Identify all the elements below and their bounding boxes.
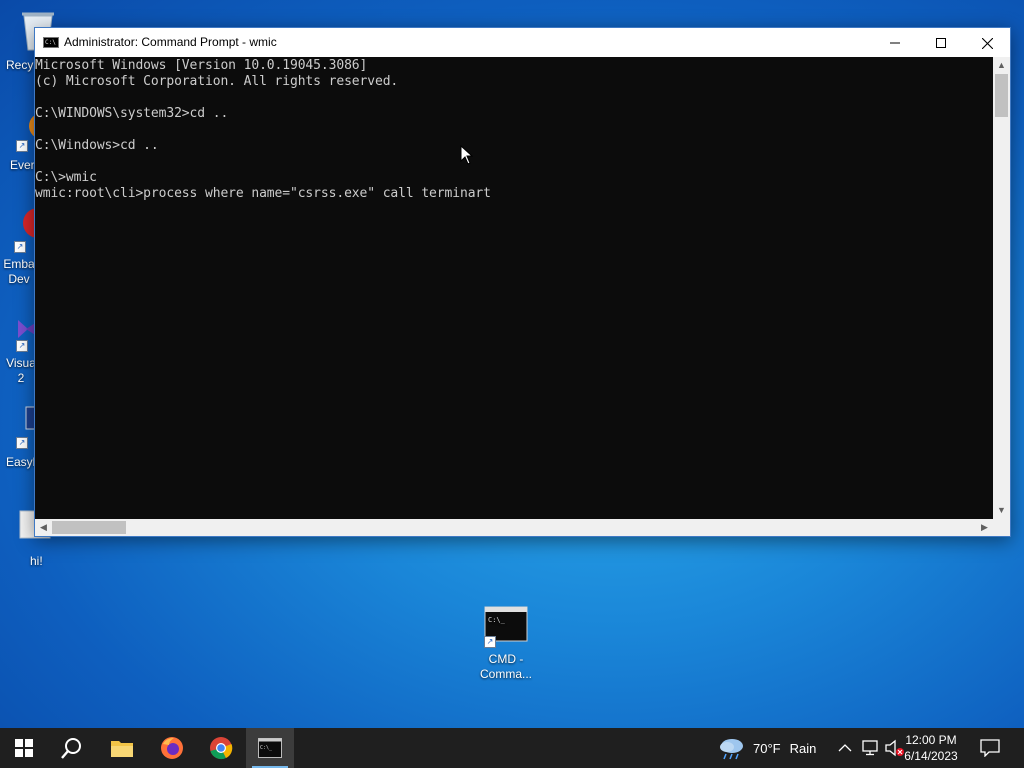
taskbar-file-explorer[interactable] bbox=[98, 728, 146, 768]
weather-condition: Rain bbox=[789, 740, 817, 756]
vertical-scroll-thumb[interactable] bbox=[995, 74, 1008, 117]
clock-time: 12:00 PM bbox=[905, 733, 957, 747]
console-line: C:\WINDOWS\system32>cd .. bbox=[35, 106, 229, 121]
search-button[interactable] bbox=[48, 728, 96, 768]
chrome-icon bbox=[210, 737, 233, 760]
console-line: wmic:root\cli>process where name="csrss.… bbox=[35, 186, 491, 201]
command-prompt-app-icon: C:\ bbox=[43, 37, 59, 48]
svg-text:C:\_: C:\_ bbox=[488, 616, 506, 624]
system-clock[interactable]: 12:00 PM 6/14/2023 bbox=[896, 732, 966, 764]
network-status-button[interactable] bbox=[862, 728, 880, 768]
desktop-icon-label: Emba Dev bbox=[3, 257, 35, 286]
shortcut-arrow-icon: ↗ bbox=[484, 636, 496, 648]
desktop-icon-label: CMD - Comma... bbox=[479, 652, 532, 681]
taskbar-chrome[interactable] bbox=[197, 728, 245, 768]
windows-logo-icon bbox=[15, 739, 33, 757]
close-icon bbox=[981, 37, 993, 50]
shortcut-arrow-icon: ↗ bbox=[16, 437, 28, 449]
weather-widget[interactable]: 70°F Rain bbox=[718, 728, 816, 768]
close-button[interactable] bbox=[964, 28, 1010, 57]
command-prompt-icon: C:\_ bbox=[258, 738, 282, 758]
minimize-icon bbox=[890, 42, 900, 44]
desktop-icon-label: Visua 2 bbox=[6, 356, 36, 385]
start-button[interactable] bbox=[0, 728, 48, 768]
mouse-pointer-icon bbox=[460, 145, 474, 165]
rain-cloud-icon bbox=[720, 739, 743, 760]
console-line: C:\>wmic bbox=[35, 170, 97, 185]
desktop-icon-label: Recy bbox=[6, 58, 34, 72]
shortcut-arrow-icon: ↗ bbox=[16, 140, 28, 152]
shortcut-arrow-icon: ↗ bbox=[16, 340, 28, 352]
console-line: Microsoft Windows [Version 10.0.19045.30… bbox=[35, 58, 368, 73]
desktop-icon-cmd-shortcut[interactable]: C:\_ ↗ CMD - Comma... bbox=[476, 606, 536, 686]
maximize-icon bbox=[936, 38, 946, 49]
scroll-left-arrow[interactable]: ◀ bbox=[35, 519, 52, 536]
console-text: Microsoft Windows [Version 10.0.19045.30… bbox=[35, 57, 993, 202]
scroll-down-arrow[interactable]: ▼ bbox=[993, 502, 1010, 519]
window-title: Administrator: Command Prompt - wmic bbox=[64, 35, 277, 49]
chevron-up-icon bbox=[838, 744, 852, 752]
minimize-button[interactable] bbox=[872, 28, 918, 57]
show-hidden-icons-button[interactable] bbox=[838, 728, 852, 768]
desktop-icon-label: hi! bbox=[30, 554, 43, 568]
notifications-button[interactable] bbox=[980, 728, 1000, 768]
firefox-icon bbox=[161, 737, 183, 759]
taskbar-command-prompt[interactable]: C:\_ bbox=[246, 728, 294, 768]
command-prompt-window[interactable]: C:\ Administrator: Command Prompt - wmic… bbox=[34, 27, 1011, 537]
desktop-icon-label: Ever bbox=[10, 158, 35, 172]
search-icon bbox=[61, 738, 81, 759]
notification-icon bbox=[980, 739, 1000, 757]
scrollbar-corner bbox=[993, 519, 1010, 536]
console-output[interactable]: Microsoft Windows [Version 10.0.19045.30… bbox=[35, 57, 993, 519]
horizontal-scrollbar[interactable]: ◀ ▶ bbox=[35, 519, 993, 536]
folder-icon bbox=[111, 741, 133, 757]
scroll-up-arrow[interactable]: ▲ bbox=[993, 57, 1010, 74]
console-line: C:\Windows>cd .. bbox=[35, 138, 159, 153]
scroll-right-arrow[interactable]: ▶ bbox=[976, 519, 993, 536]
taskbar-firefox[interactable] bbox=[148, 728, 196, 768]
vertical-scrollbar[interactable]: ▲ ▼ bbox=[993, 57, 1010, 519]
window-titlebar[interactable]: C:\ Administrator: Command Prompt - wmic bbox=[35, 28, 1010, 57]
horizontal-scroll-thumb[interactable] bbox=[52, 521, 126, 534]
weather-temperature: 70°F bbox=[753, 740, 781, 756]
clock-date: 6/14/2023 bbox=[904, 749, 958, 763]
network-icon bbox=[862, 740, 878, 756]
maximize-button[interactable] bbox=[918, 28, 964, 57]
console-line: (c) Microsoft Corporation. All rights re… bbox=[35, 74, 399, 89]
taskbar: C:\_ 70°F Rain 12:00 PM 6/14/2023 bbox=[0, 728, 1024, 768]
svg-text:C:\_: C:\_ bbox=[260, 745, 273, 751]
shortcut-arrow-icon: ↗ bbox=[14, 241, 26, 253]
